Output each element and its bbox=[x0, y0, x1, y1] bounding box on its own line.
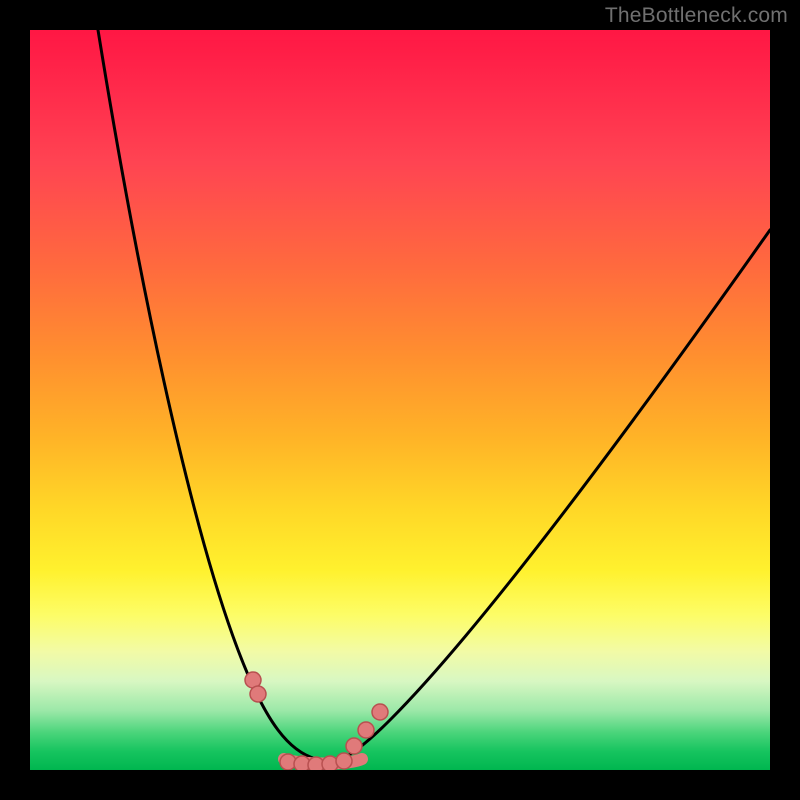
data-marker bbox=[336, 753, 352, 769]
curve-left bbox=[98, 30, 316, 759]
data-marker bbox=[250, 686, 266, 702]
data-marker bbox=[372, 704, 388, 720]
data-marker bbox=[358, 722, 374, 738]
data-marker bbox=[346, 738, 362, 754]
watermark-text: TheBottleneck.com bbox=[605, 4, 788, 28]
curve-right bbox=[342, 230, 770, 759]
chart-frame: TheBottleneck.com bbox=[0, 0, 800, 800]
chart-svg bbox=[30, 30, 770, 770]
